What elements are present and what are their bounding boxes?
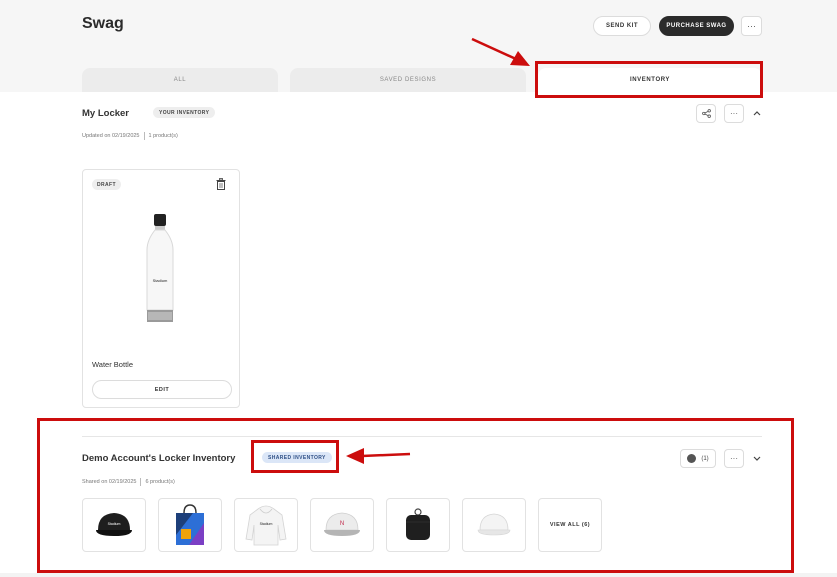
meta-divider (140, 478, 142, 486)
page-title: Swag (82, 15, 124, 32)
purchase-swag-button[interactable]: PURCHASE SWAG (659, 16, 734, 36)
updated-date: Updated on 02/19/2025 (82, 133, 140, 139)
product-name: Water Bottle (92, 360, 133, 369)
members-count: (1) (701, 455, 709, 462)
shared-product-count: 6 product(s) (145, 479, 175, 485)
chevron-up-icon (753, 111, 761, 116)
meta-divider (143, 132, 145, 140)
product-thumb-hoodie[interactable]: Stadium (234, 498, 298, 552)
edit-button[interactable]: EDIT (92, 380, 232, 399)
svg-text:N: N (340, 521, 344, 527)
product-thumb-tote-bag[interactable] (158, 498, 222, 552)
draft-badge: DRAFT (92, 179, 121, 190)
water-bottle-image: Stadium (146, 214, 174, 322)
product-thumb-trucker-cap[interactable]: N (310, 498, 374, 552)
tab-inventory[interactable]: INVENTORY (538, 68, 762, 92)
share-button[interactable] (696, 104, 716, 123)
white-cap-image (477, 513, 511, 536)
send-kit-button[interactable]: SEND KIT (593, 16, 651, 36)
product-thumb-airpods-case[interactable] (386, 498, 450, 552)
arrow-head-shared (346, 448, 364, 464)
members-button[interactable]: (1) (680, 449, 716, 468)
chevron-down-icon (753, 456, 761, 461)
tab-all[interactable]: ALL (82, 68, 278, 92)
user-icon (687, 454, 697, 463)
black-cap-image: Stadium (96, 513, 132, 536)
expand-button[interactable] (753, 455, 761, 464)
swag-page: Swag SEND KIT PURCHASE SWAG ··· ALL SAVE… (0, 0, 837, 577)
my-locker-meta: Updated on 02/19/2025 1 product(s) (82, 132, 178, 140)
trash-icon[interactable] (216, 178, 226, 190)
airpods-case-image (406, 508, 430, 540)
my-locker-title: My Locker (82, 108, 129, 119)
section-divider (82, 436, 762, 437)
trucker-cap-image: N (324, 512, 360, 536)
hoodie-image: Stadium (245, 505, 287, 546)
my-locker-more-button[interactable]: ··· (724, 104, 744, 123)
bottom-band (0, 573, 837, 577)
product-count: 1 product(s) (148, 133, 178, 139)
shared-inventory-badge: SHARED INVENTORY (262, 452, 332, 463)
shared-date: Shared on 02/19/2025 (82, 479, 137, 485)
arrow-line-shared (361, 452, 411, 458)
view-all-button[interactable]: VIEW ALL (6) (538, 498, 602, 552)
share-icon (701, 109, 711, 118)
product-thumb-black-cap[interactable]: Stadium (82, 498, 146, 552)
shared-locker-title: Demo Account's Locker Inventory (82, 453, 236, 464)
product-thumb-white-cap[interactable] (462, 498, 526, 552)
shared-locker-meta: Shared on 02/19/2025 6 product(s) (82, 478, 175, 486)
view-all-label: VIEW ALL (6) (549, 522, 591, 528)
more-options-button[interactable]: ··· (741, 16, 762, 36)
bottle-logo-text: Stadium (153, 278, 168, 283)
hoodie-logo-text: Stadium (260, 522, 273, 526)
cap-logo-text: Stadium (108, 522, 121, 526)
tote-bag-image (176, 504, 204, 545)
product-card[interactable]: DRAFT Stadium Water Bottle EDIT (82, 169, 240, 408)
collapse-button[interactable] (753, 109, 761, 118)
your-inventory-badge: YOUR INVENTORY (153, 107, 216, 118)
shared-locker-more-button[interactable]: ··· (724, 449, 744, 468)
tab-saved-designs[interactable]: SAVED DESIGNS (290, 68, 526, 92)
